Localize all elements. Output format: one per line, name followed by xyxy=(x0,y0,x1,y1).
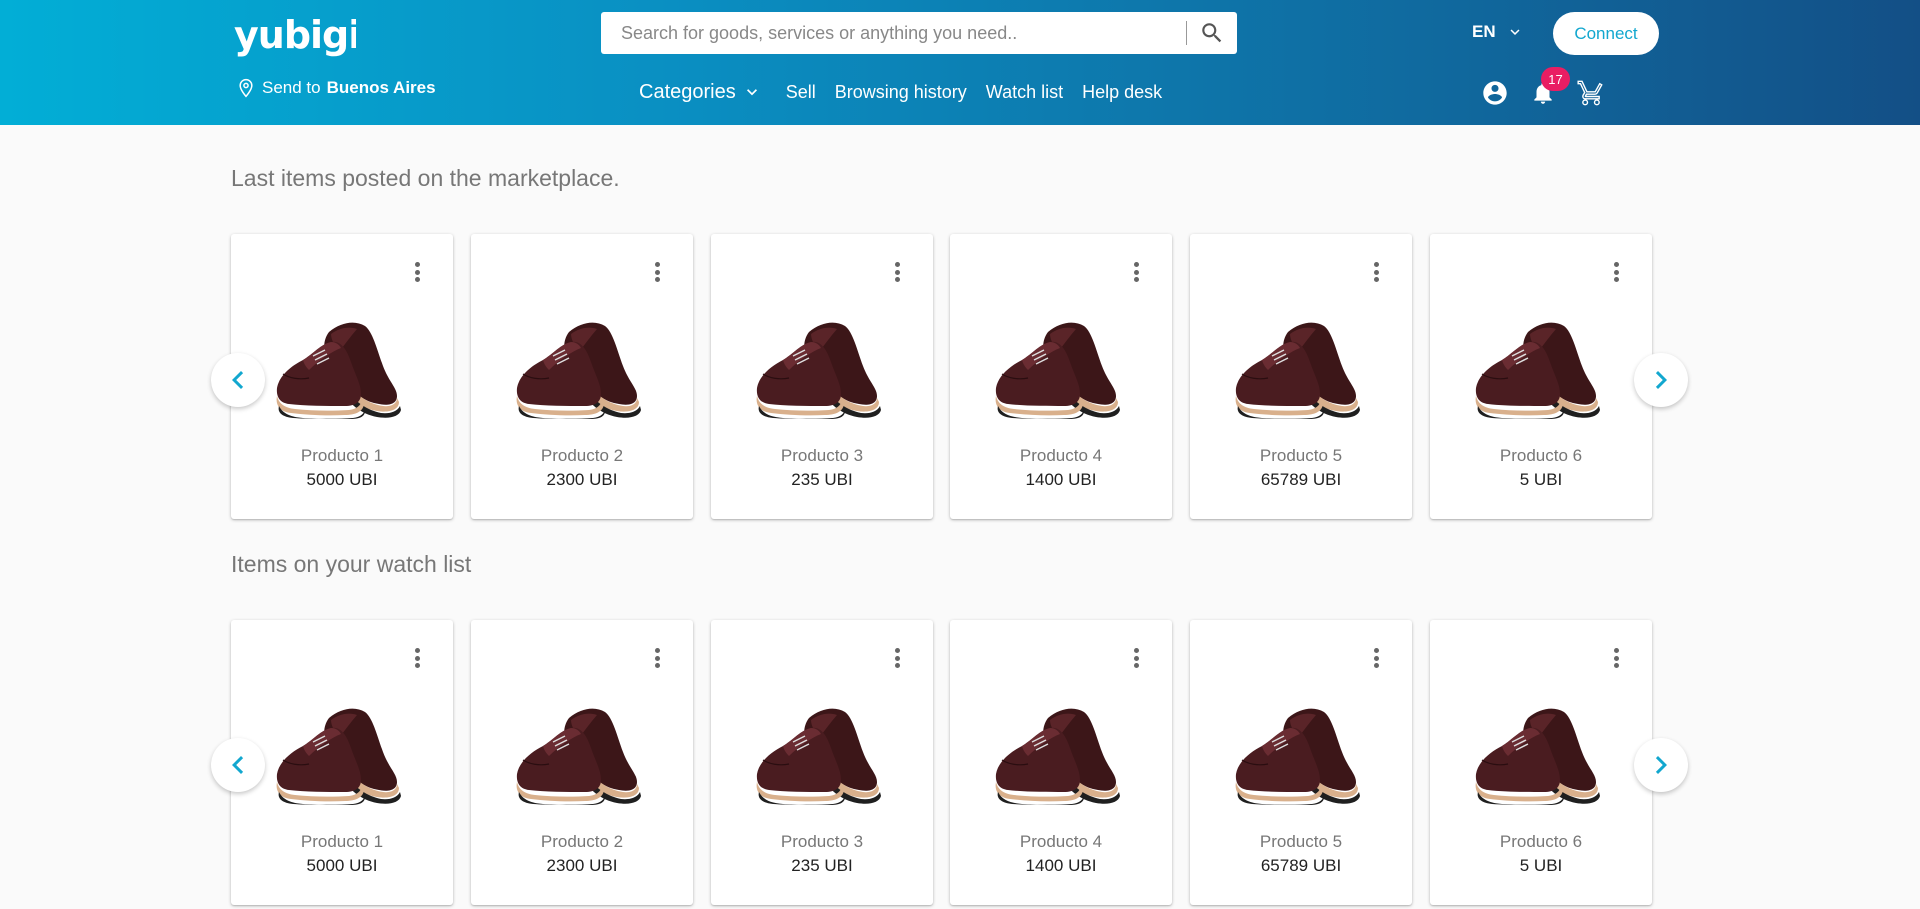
product-price: 1400 UBI xyxy=(1025,470,1097,489)
product-image xyxy=(749,700,884,805)
product-price: 5 UBI xyxy=(1519,856,1563,875)
product-card[interactable]: Producto 5 65789 UBI xyxy=(1190,620,1412,905)
search-icon xyxy=(1202,23,1222,43)
more-vert-icon[interactable] xyxy=(1370,260,1382,284)
search-button[interactable] xyxy=(1187,12,1237,54)
product-price: 1400 UBI xyxy=(1025,856,1097,875)
product-card[interactable]: Producto 2 2300 UBI xyxy=(471,234,693,519)
more-vert-icon[interactable] xyxy=(1610,260,1622,284)
account-button[interactable] xyxy=(1480,78,1510,108)
account-circle-icon xyxy=(1483,81,1507,105)
watch-list-row: Producto 1 5000 UBI Producto 2 2300 UBI … xyxy=(231,620,1652,905)
product-card[interactable]: Producto 5 65789 UBI xyxy=(1190,234,1412,519)
product-card[interactable]: Producto 4 1400 UBI xyxy=(950,234,1172,519)
product-image xyxy=(1468,314,1603,419)
product-price: 235 UBI xyxy=(791,470,853,489)
cart-icon xyxy=(1577,80,1603,106)
language-label: EN xyxy=(1472,22,1496,41)
more-vert-icon[interactable] xyxy=(411,646,423,670)
product-name: Producto 5 xyxy=(1259,446,1343,465)
more-vert-icon[interactable] xyxy=(891,260,903,284)
more-vert-icon[interactable] xyxy=(1130,646,1142,670)
product-name: Producto 4 xyxy=(1019,832,1103,851)
section-title-watch-list: Items on your watch list xyxy=(231,551,472,577)
send-to-prefix: Send to xyxy=(262,78,321,97)
product-name: Producto 5 xyxy=(1259,832,1343,851)
product-price: 5 UBI xyxy=(1519,470,1563,489)
product-card[interactable]: Producto 6 5 UBI xyxy=(1430,620,1652,905)
more-vert-icon[interactable] xyxy=(651,646,663,670)
chevron-down-icon xyxy=(746,89,757,96)
more-vert-icon[interactable] xyxy=(1130,260,1142,284)
yubigi-logo[interactable]: yubigi xyxy=(232,10,356,68)
nav-browsing-history[interactable]: Browsing history xyxy=(835,82,967,103)
carousel-prev-button[interactable] xyxy=(211,738,265,792)
carousel-next-button[interactable] xyxy=(1634,353,1688,407)
product-name: Producto 6 xyxy=(1499,446,1583,465)
product-price: 65789 UBI xyxy=(1260,856,1342,875)
header: yubigi Send to Buenos Aires EN Connect C… xyxy=(0,0,1920,125)
carousel-prev-button[interactable] xyxy=(211,353,265,407)
product-name: Producto 2 xyxy=(540,832,624,851)
product-price: 5000 UBI xyxy=(306,470,378,489)
more-vert-icon[interactable] xyxy=(891,646,903,670)
product-card[interactable]: Producto 3 235 UBI xyxy=(711,620,933,905)
product-name: Producto 1 xyxy=(300,832,384,851)
more-vert-icon[interactable] xyxy=(1370,646,1382,670)
product-name: Producto 3 xyxy=(780,832,864,851)
product-image xyxy=(269,700,404,805)
product-price: 65789 UBI xyxy=(1260,470,1342,489)
product-name: Producto 6 xyxy=(1499,832,1583,851)
product-image xyxy=(1468,700,1603,805)
product-image xyxy=(509,700,644,805)
section-title-latest: Last items posted on the marketplace. xyxy=(231,165,620,191)
chevron-down-icon xyxy=(1510,29,1520,35)
nav-watch-list[interactable]: Watch list xyxy=(986,82,1063,103)
chevron-right-icon xyxy=(1643,362,1679,398)
more-vert-icon[interactable] xyxy=(651,260,663,284)
product-price: 2300 UBI xyxy=(546,856,618,875)
product-card[interactable]: Producto 4 1400 UBI xyxy=(950,620,1172,905)
nav-categories[interactable]: Categories xyxy=(639,81,762,104)
product-image xyxy=(749,314,884,419)
main-nav: Categories Sell Browsing history Watch l… xyxy=(639,76,1162,108)
chevron-left-icon xyxy=(220,747,256,783)
product-image xyxy=(1228,314,1363,419)
nav-categories-label: Categories xyxy=(639,80,736,103)
product-price: 235 UBI xyxy=(791,856,853,875)
more-vert-icon[interactable] xyxy=(411,260,423,284)
more-vert-icon[interactable] xyxy=(1610,646,1622,670)
search-bar xyxy=(601,12,1237,54)
chevron-left-icon xyxy=(220,362,256,398)
notification-badge: 17 xyxy=(1541,67,1570,91)
product-card[interactable]: Producto 6 5 UBI xyxy=(1430,234,1652,519)
send-to-location[interactable]: Send to Buenos Aires xyxy=(236,76,436,100)
svg-text:yubigi: yubigi xyxy=(234,13,356,57)
product-image xyxy=(988,700,1123,805)
cart-button[interactable] xyxy=(1576,78,1606,108)
chevron-right-icon xyxy=(1643,747,1679,783)
product-image xyxy=(1228,700,1363,805)
carousel-next-button[interactable] xyxy=(1634,738,1688,792)
connect-button[interactable]: Connect xyxy=(1553,12,1659,55)
nav-help-desk[interactable]: Help desk xyxy=(1082,82,1162,103)
language-selector[interactable]: EN xyxy=(1472,20,1524,44)
product-name: Producto 1 xyxy=(300,446,384,465)
product-image xyxy=(269,314,404,419)
nav-sell[interactable]: Sell xyxy=(786,82,816,103)
product-name: Producto 3 xyxy=(780,446,864,465)
send-to-city: Buenos Aires xyxy=(326,78,436,97)
product-card[interactable]: Producto 3 235 UBI xyxy=(711,234,933,519)
search-input[interactable] xyxy=(601,12,1186,54)
product-name: Producto 4 xyxy=(1019,446,1103,465)
product-name: Producto 2 xyxy=(540,446,624,465)
product-price: 2300 UBI xyxy=(546,470,618,489)
latest-items-row: Producto 1 5000 UBI Producto 2 2300 UBI … xyxy=(231,234,1652,519)
product-image xyxy=(509,314,644,419)
product-price: 5000 UBI xyxy=(306,856,378,875)
product-image xyxy=(988,314,1123,419)
location-pin-icon xyxy=(239,78,253,98)
product-card[interactable]: Producto 2 2300 UBI xyxy=(471,620,693,905)
